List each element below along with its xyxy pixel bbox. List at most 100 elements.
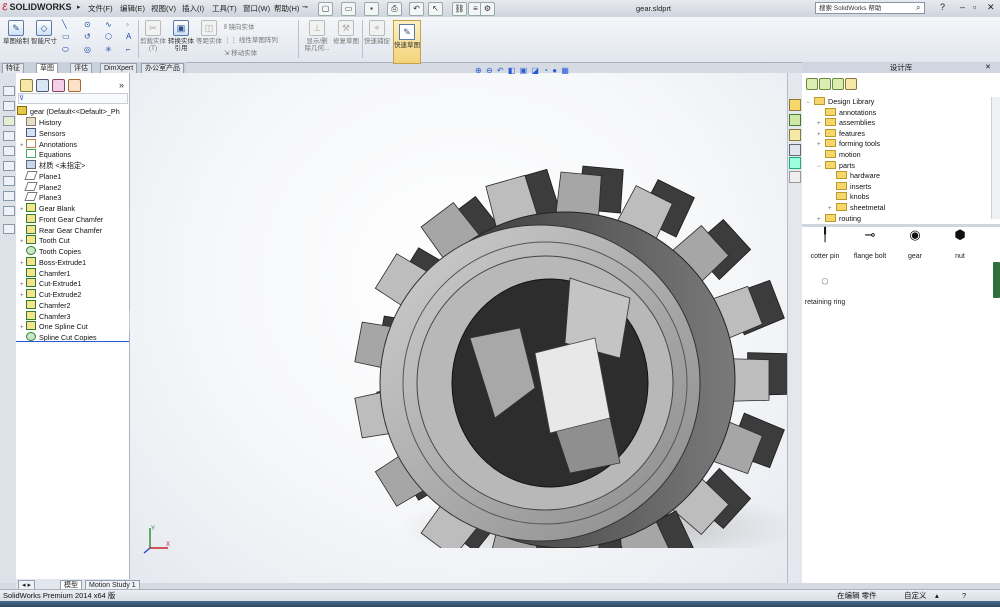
print-icon[interactable]: ⎙: [387, 2, 402, 16]
ellipse-icon[interactable]: ◎: [84, 45, 91, 54]
sketch-button[interactable]: ✎ 草图绘制: [3, 20, 29, 45]
display-manager-tab-icon[interactable]: [68, 79, 81, 92]
convert-entities-button[interactable]: ▣ 转换实体引用: [168, 20, 194, 52]
library-folder-item[interactable]: − parts: [817, 160, 855, 171]
pan-icon[interactable]: [3, 131, 15, 141]
menu-file[interactable]: 文件(F): [88, 3, 113, 14]
fillet-tool-icon[interactable]: ⌐: [126, 45, 131, 54]
feature-tree-item[interactable]: Chamfer1: [20, 267, 130, 278]
section-icon[interactable]: [3, 146, 15, 156]
library-part-tile[interactable]: ⬢ nut: [938, 228, 982, 261]
feature-tree-tab-icon[interactable]: [20, 79, 33, 92]
menu-help[interactable]: 帮助(H): [274, 3, 299, 14]
view-icon[interactable]: [3, 86, 15, 96]
spline-icon[interactable]: ∿: [105, 20, 112, 29]
configuration-tab-icon[interactable]: [52, 79, 65, 92]
new-document-icon[interactable]: ▢: [318, 2, 333, 16]
centerline-icon[interactable]: ◦: [126, 20, 129, 29]
linear-pattern-button[interactable]: ⋮⋮ 线性草图阵列: [224, 34, 278, 44]
library-folder-item[interactable]: + forming tools: [817, 139, 880, 149]
menu-arrow-icon[interactable]: ▸: [77, 3, 81, 11]
library-folder-item[interactable]: inserts: [828, 181, 871, 192]
feature-tree-item[interactable]: + Boss-Extrude1: [20, 256, 130, 267]
expand-toggle-icon[interactable]: +: [817, 119, 825, 129]
options-icon[interactable]: ⚙: [480, 2, 495, 16]
library-part-tile[interactable]: ╿ cotter pin: [803, 228, 847, 261]
feature-tree-item[interactable]: + One Spline Cut: [20, 321, 130, 331]
expand-toggle-icon[interactable]: +: [817, 140, 825, 150]
hide-show-items-icon[interactable]: ◔: [543, 66, 549, 75]
expand-panel-icon[interactable]: »: [119, 80, 124, 90]
help-search-input[interactable]: 搜索 SolidWorks 帮助: [815, 2, 925, 14]
line-icon[interactable]: ╲: [62, 20, 67, 29]
app-logo[interactable]: ℰ SOLIDWORKS: [2, 2, 71, 13]
feature-tree-item[interactable]: Plane2: [20, 181, 130, 192]
feature-tree-item[interactable]: + Tooth Cut: [20, 235, 130, 245]
pane-divider[interactable]: [802, 224, 1000, 227]
library-part-tile[interactable]: ⊸ flange bolt: [848, 228, 892, 261]
feature-tree-item[interactable]: 材质 <未指定>: [20, 160, 130, 170]
property-manager-tab-icon[interactable]: [36, 79, 49, 92]
move-entities-button[interactable]: ⇲ 移动实体: [224, 47, 257, 57]
expand-toggle-icon[interactable]: −: [806, 98, 814, 108]
graphics-area[interactable]: [130, 73, 801, 583]
new-folder-icon[interactable]: [845, 78, 857, 90]
text-tool-icon[interactable]: A: [126, 32, 131, 41]
expand-toggle-icon[interactable]: +: [828, 204, 836, 214]
feature-tree-item[interactable]: Front Gear Chamfer: [20, 213, 130, 224]
tree-root-part[interactable]: gear (Default<<Default>_Ph: [17, 106, 127, 116]
feature-tree-item[interactable]: Tooth Copies: [20, 246, 130, 256]
feature-tree-item[interactable]: Equations: [20, 149, 130, 159]
library-folder-item[interactable]: motion: [817, 150, 861, 160]
select-icon[interactable]: ↖: [428, 2, 443, 16]
feature-tree-item[interactable]: + Gear Blank: [20, 203, 130, 213]
section-view-icon[interactable]: ◧: [508, 66, 517, 75]
menu-view[interactable]: 视图(V): [151, 3, 176, 14]
rollback-bar[interactable]: [16, 341, 129, 342]
feature-tree-item[interactable]: Plane3: [20, 192, 130, 202]
file-explorer-tab-icon[interactable]: [789, 129, 801, 141]
rebuild-icon[interactable]: ⛓: [452, 2, 467, 16]
design-library-tab-icon[interactable]: [789, 114, 801, 126]
display-delete-relations-button[interactable]: ⊥ 显示/删除几何...: [304, 20, 330, 52]
feature-tree-item[interactable]: Plane1: [20, 170, 130, 181]
appearances-tab-icon[interactable]: [789, 157, 801, 169]
pin-icon[interactable]: ⊸: [302, 3, 308, 11]
save-icon[interactable]: ▪: [364, 2, 379, 16]
menu-window[interactable]: 窗口(W): [243, 3, 270, 14]
offset-button[interactable]: ◫ 等距实体: [196, 20, 222, 45]
display-style-icon[interactable]: ◪: [531, 66, 540, 75]
slot-icon[interactable]: ⬭: [62, 45, 69, 55]
repair-sketch-button[interactable]: ⚒ 修复草图: [333, 20, 359, 45]
quick-sketch-button[interactable]: ✎ 快速草图: [393, 20, 421, 64]
resources-tab-icon[interactable]: [789, 99, 801, 111]
library-folder-item[interactable]: − Design Library: [806, 97, 874, 107]
point-icon[interactable]: ✳: [105, 45, 112, 54]
feature-tree-item[interactable]: Chamfer2: [20, 299, 130, 310]
trim-button[interactable]: ✂ 剪裁实体(T): [140, 20, 166, 52]
polygon-icon[interactable]: ⬡: [105, 32, 112, 41]
apply-scene-icon[interactable]: ▦: [561, 66, 570, 75]
arc-icon[interactable]: ↺: [84, 32, 91, 41]
feature-tree-item[interactable]: History: [20, 117, 130, 127]
view-orientation-icon[interactable]: ▣: [520, 66, 529, 75]
previous-view-icon[interactable]: ↶: [497, 66, 505, 75]
hide-show-icon[interactable]: [3, 191, 15, 201]
search-icon[interactable]: ⌕: [916, 3, 920, 13]
view-palette-tab-icon[interactable]: [789, 144, 801, 156]
library-folder-item[interactable]: + features: [817, 128, 865, 139]
custom-properties-tab-icon[interactable]: [789, 171, 801, 183]
gear-model[interactable]: [300, 128, 801, 548]
zoom-icon[interactable]: [3, 101, 15, 111]
feature-tree-item[interactable]: + Annotations: [20, 138, 130, 149]
close-icon[interactable]: ✕: [987, 2, 995, 13]
feature-tree-item[interactable]: Sensors: [20, 127, 130, 138]
display-style-icon[interactable]: [3, 176, 15, 186]
menu-edit[interactable]: 编辑(E): [120, 3, 145, 14]
library-folder-item[interactable]: + sheetmetal: [828, 203, 885, 213]
feature-tree-item[interactable]: + Cut-Extrude1: [20, 278, 130, 288]
feature-tree-item[interactable]: Rear Gear Chamfer: [20, 224, 130, 235]
menu-tools[interactable]: 工具(T): [212, 3, 237, 14]
pane-resize-handle[interactable]: [993, 262, 1000, 298]
feature-tree-item[interactable]: + Cut-Extrude2: [20, 289, 130, 299]
